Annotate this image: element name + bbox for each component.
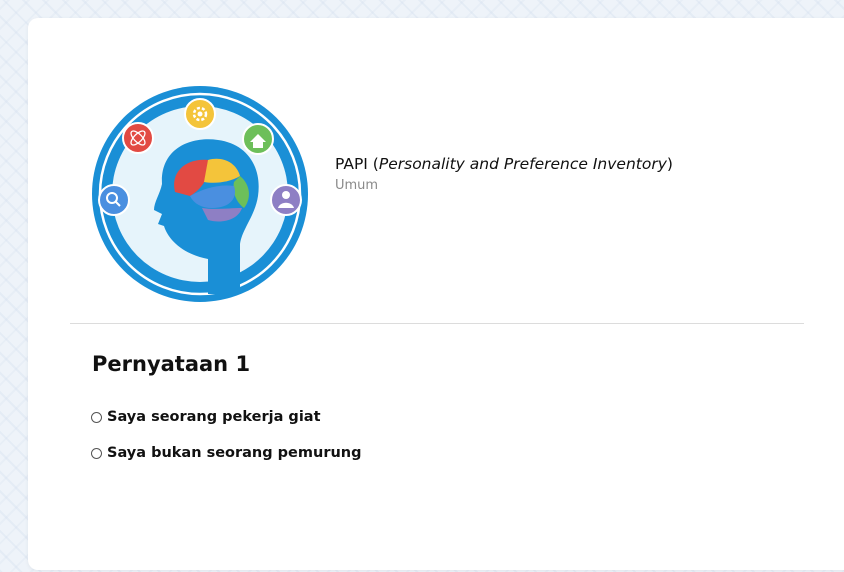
option-2[interactable]: Saya bukan seorang pemurung [91,442,362,464]
test-category: Umum [335,178,379,193]
test-title-italic: Personality and Preference Inventory [378,155,667,173]
option-1-label: Saya seorang pekerja giat [107,409,321,425]
test-card: PAPI (Personality and Preference Invento… [28,18,844,570]
test-title-suffix: ) [666,155,673,173]
option-1[interactable]: Saya seorang pekerja giat [91,406,362,428]
option-2-label: Saya bukan seorang pemurung [107,445,362,461]
papi-logo [92,86,308,302]
option-2-radio[interactable] [91,447,102,459]
divider [70,323,804,324]
option-1-radio[interactable] [91,411,102,423]
test-title-prefix: PAPI ( [335,155,379,173]
house-icon [242,123,274,155]
person-icon [270,184,302,216]
answer-options: Saya seorang pekerja giat Saya bukan seo… [91,406,362,478]
test-title: PAPI (Personality and Preference Invento… [335,155,673,173]
gear-icon [184,98,216,130]
magnifier-icon [98,184,130,216]
question-heading: Pernyataan 1 [92,352,251,376]
test-info: PAPI (Personality and Preference Invento… [335,155,673,193]
atom-icon [122,122,154,154]
